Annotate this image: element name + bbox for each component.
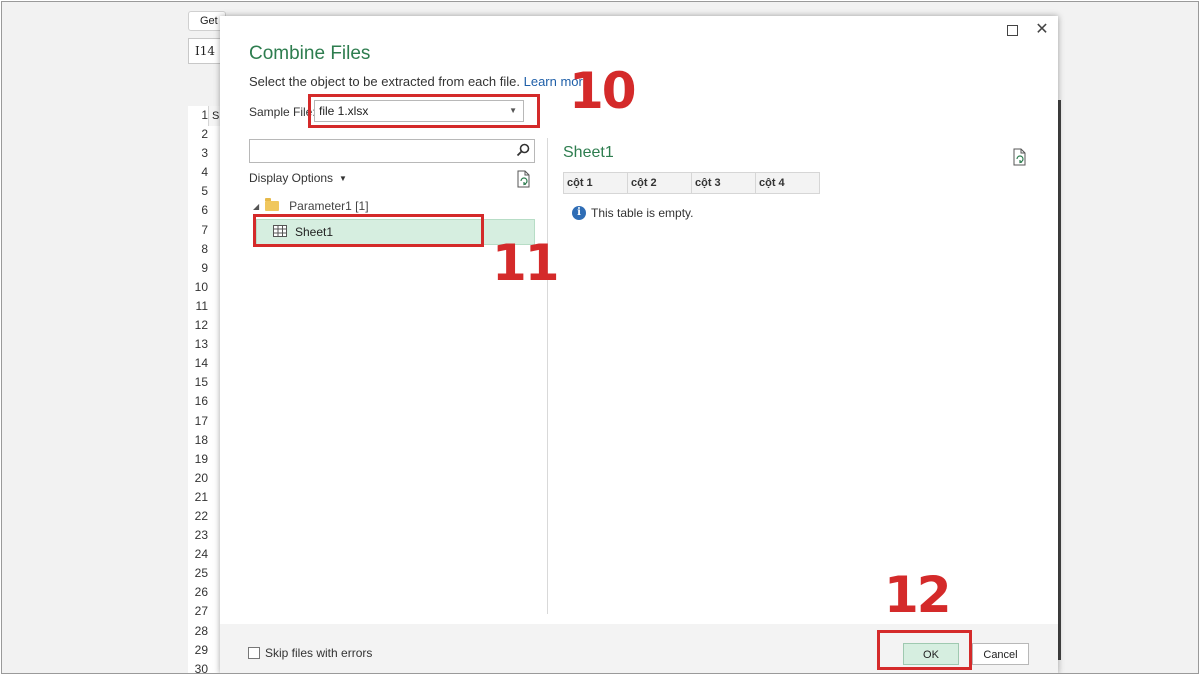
maximize-button[interactable] xyxy=(1002,20,1022,40)
row-header[interactable]: 24 xyxy=(188,545,208,564)
step-number-10: 10 xyxy=(569,62,637,120)
display-options-label: Display Options xyxy=(249,171,334,185)
row-header[interactable]: 3 xyxy=(188,144,208,163)
step-number-12: 12 xyxy=(884,566,952,624)
preview-table: cột 1 cột 2 cột 3 cột 4 xyxy=(563,172,820,194)
tree-folder-parameter1[interactable]: ◢ Parameter1 [1] xyxy=(253,198,369,213)
close-icon: ✕ xyxy=(1035,21,1049,38)
row-header[interactable]: 2 xyxy=(188,125,208,144)
row-header[interactable]: 4 xyxy=(188,163,208,182)
cancel-button[interactable]: Cancel xyxy=(972,643,1029,665)
row-header[interactable]: 1 xyxy=(188,106,208,125)
skip-errors-label: Skip files with errors xyxy=(265,646,373,660)
maximize-icon xyxy=(1006,25,1018,36)
description-text: Select the object to be extracted from e… xyxy=(249,74,520,89)
step-number-11: 11 xyxy=(492,234,560,292)
row-header[interactable]: 21 xyxy=(188,488,208,507)
pane-splitter[interactable] xyxy=(547,138,548,614)
row-header[interactable]: 10 xyxy=(188,278,208,297)
row-header[interactable]: 28 xyxy=(188,622,208,641)
refresh-icon[interactable] xyxy=(516,170,532,188)
row-header[interactable]: 20 xyxy=(188,469,208,488)
row-header[interactable]: 13 xyxy=(188,335,208,354)
display-options-menu[interactable]: Display Options ▼ xyxy=(249,171,347,185)
highlight-sample-file xyxy=(308,94,540,128)
column-header: cột 3 xyxy=(691,172,756,194)
search-icon[interactable] xyxy=(516,143,530,157)
preview-title: Sheet1 xyxy=(563,144,614,161)
row-header[interactable]: 23 xyxy=(188,526,208,545)
row-header[interactable]: 5 xyxy=(188,182,208,201)
row-header[interactable]: 18 xyxy=(188,431,208,450)
row-header[interactable]: 27 xyxy=(188,602,208,621)
row-header[interactable]: 30 xyxy=(188,660,208,673)
row-header[interactable]: 6 xyxy=(188,201,208,220)
row-header[interactable]: 25 xyxy=(188,564,208,583)
highlight-sheet1 xyxy=(253,214,484,247)
sample-file-label: Sample File: xyxy=(249,105,316,119)
row-header[interactable]: 12 xyxy=(188,316,208,335)
expand-arrow-icon[interactable]: ◢ xyxy=(253,202,259,211)
folder-label: Parameter1 [1] xyxy=(289,199,369,213)
column-header: cột 4 xyxy=(755,172,820,194)
dialog-description: Select the object to be extracted from e… xyxy=(249,74,590,89)
row-header[interactable]: 22 xyxy=(188,507,208,526)
column-header: cột 1 xyxy=(563,172,628,194)
folder-icon xyxy=(265,198,280,211)
row-header[interactable]: 26 xyxy=(188,583,208,602)
row-header[interactable]: 16 xyxy=(188,392,208,411)
row-header[interactable]: 14 xyxy=(188,354,208,373)
row-header[interactable]: 8 xyxy=(188,240,208,259)
search-input[interactable] xyxy=(249,139,535,163)
row-header[interactable]: 15 xyxy=(188,373,208,392)
dialog-title: Combine Files xyxy=(249,43,371,64)
dropdown-arrow-icon: ▼ xyxy=(339,174,347,183)
row-header[interactable]: 19 xyxy=(188,450,208,469)
skip-errors-checkbox[interactable]: Skip files with errors xyxy=(248,646,372,660)
info-icon: i xyxy=(572,206,586,220)
screen-frame: Get I14 S 1 2 3 4 5 6 7 8 9 10 11 12 13 14 15 16 17 18 19 2… xyxy=(1,1,1199,674)
empty-message-text: This table is empty. xyxy=(591,206,694,220)
column-header: cột 2 xyxy=(627,172,692,194)
refresh-preview-icon[interactable] xyxy=(1012,148,1028,166)
worksheet-edge xyxy=(1058,100,1061,660)
row-header[interactable]: 7 xyxy=(188,221,208,240)
row-header[interactable]: 17 xyxy=(188,412,208,431)
row-header[interactable]: 29 xyxy=(188,641,208,660)
empty-table-message: i This table is empty. xyxy=(572,206,693,220)
row-header[interactable]: 9 xyxy=(188,259,208,278)
row-header[interactable]: 11 xyxy=(188,297,208,316)
highlight-ok-button xyxy=(877,630,972,670)
close-button[interactable]: ✕ xyxy=(1032,20,1052,40)
checkbox-icon[interactable] xyxy=(248,647,260,659)
row-headers: 1 2 3 4 5 6 7 8 9 10 11 12 13 14 15 16 17 18 19 20 21 22 23 24 2… xyxy=(188,106,208,673)
